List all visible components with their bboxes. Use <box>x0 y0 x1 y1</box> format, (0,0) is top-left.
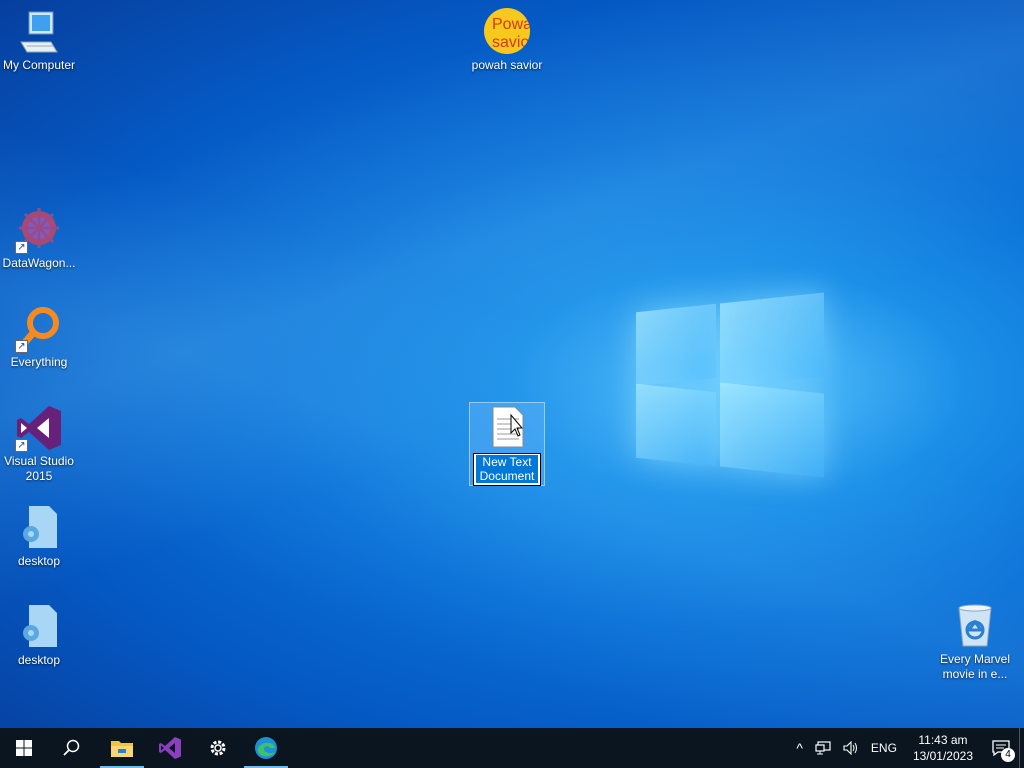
clock-time: 11:43 am <box>918 733 968 747</box>
show-desktop-button[interactable] <box>1019 728 1024 768</box>
desktop-icon-recycle-bin[interactable]: Every Marvel movie in e... <box>936 602 1014 682</box>
taskbar-settings[interactable] <box>194 728 242 768</box>
powah-savior-circle: Powah savior <box>484 8 530 54</box>
settings-file-icon <box>15 603 63 651</box>
start-button[interactable] <box>0 728 48 768</box>
search-icon <box>63 739 80 756</box>
rename-input[interactable]: New Text Document <box>473 453 541 486</box>
edge-icon <box>255 737 277 759</box>
datawagon-icon: ↗ <box>15 206 63 254</box>
desktop-icon-powah-savior[interactable]: Powah savior powah savior <box>468 8 546 73</box>
icon-label: desktop <box>17 554 61 568</box>
shortcut-arrow-icon: ↗ <box>15 241 28 254</box>
icon-label: My Computer <box>2 58 76 72</box>
icon-label: Every Marvel movie in e... <box>939 652 1010 681</box>
shortcut-arrow-icon: ↗ <box>15 340 28 353</box>
network-icon <box>815 741 831 755</box>
text-document-icon <box>487 405 527 449</box>
file-explorer-icon <box>111 741 133 757</box>
desktop-icon-desktop-ini[interactable]: desktop <box>0 603 78 668</box>
computer-icon <box>15 8 63 56</box>
desktop-icon-new-text-document[interactable]: New Text Document <box>469 402 545 486</box>
clock-date: 13/01/2023 <box>912 749 973 763</box>
taskbar-edge[interactable] <box>242 728 290 768</box>
settings-file-icon <box>15 504 63 552</box>
notification-badge: 4 <box>1001 748 1015 762</box>
visual-studio-icon: ↗ <box>15 404 63 452</box>
recycle-bin-icon <box>951 602 999 650</box>
show-hidden-icons-button[interactable]: ^ <box>790 728 809 768</box>
desktop-icon-visual-studio[interactable]: ↗ Visual Studio 2015 <box>0 404 78 484</box>
start-icon <box>16 740 32 756</box>
taskbar-file-explorer[interactable] <box>98 728 146 768</box>
icon-label: DataWagon... <box>2 256 76 270</box>
speaker-icon <box>843 741 857 755</box>
powah-savior-icon: Powah savior <box>483 8 531 56</box>
wallpaper-beam <box>0 0 1024 728</box>
language-indicator[interactable]: ENG <box>865 728 903 768</box>
taskbar-visual-studio[interactable] <box>146 728 194 768</box>
icon-label: powah savior <box>471 58 543 72</box>
volume-button[interactable] <box>837 728 865 768</box>
rename-selected-text: New Text Document <box>476 455 538 483</box>
desktop-icon-everything[interactable]: ↗ Everything <box>0 305 78 370</box>
action-center-button[interactable]: 4 <box>983 728 1019 768</box>
system-tray: ^ ENG 11:43 am 13/01/2023 4 <box>790 728 1024 768</box>
clock[interactable]: 11:43 am 13/01/2023 <box>903 732 983 764</box>
visual-studio-icon <box>159 737 181 759</box>
icon-label: desktop <box>17 653 61 667</box>
powah-savior-logo-text: Powah savior <box>492 16 530 51</box>
icon-label: Everything <box>10 355 68 369</box>
desktop-icon-datawagon[interactable]: ↗ DataWagon... <box>0 206 78 271</box>
desktop-icon-desktop-ini[interactable]: desktop <box>0 504 78 569</box>
shortcut-arrow-icon: ↗ <box>15 439 28 452</box>
magnifier-icon: ↗ <box>15 305 63 353</box>
settings-icon <box>210 740 226 756</box>
desktop-icon-my-computer[interactable]: My Computer <box>0 8 78 73</box>
chevron-up-icon: ^ <box>796 740 803 756</box>
search-button[interactable] <box>48 728 96 768</box>
network-button[interactable] <box>809 728 837 768</box>
taskbar: ^ ENG 11:43 am 13/01/2023 4 <box>0 728 1024 768</box>
icon-label: Visual Studio 2015 <box>4 454 74 483</box>
windows-logo-wallpaper <box>636 290 824 480</box>
wallpaper-beam <box>0 0 1024 728</box>
